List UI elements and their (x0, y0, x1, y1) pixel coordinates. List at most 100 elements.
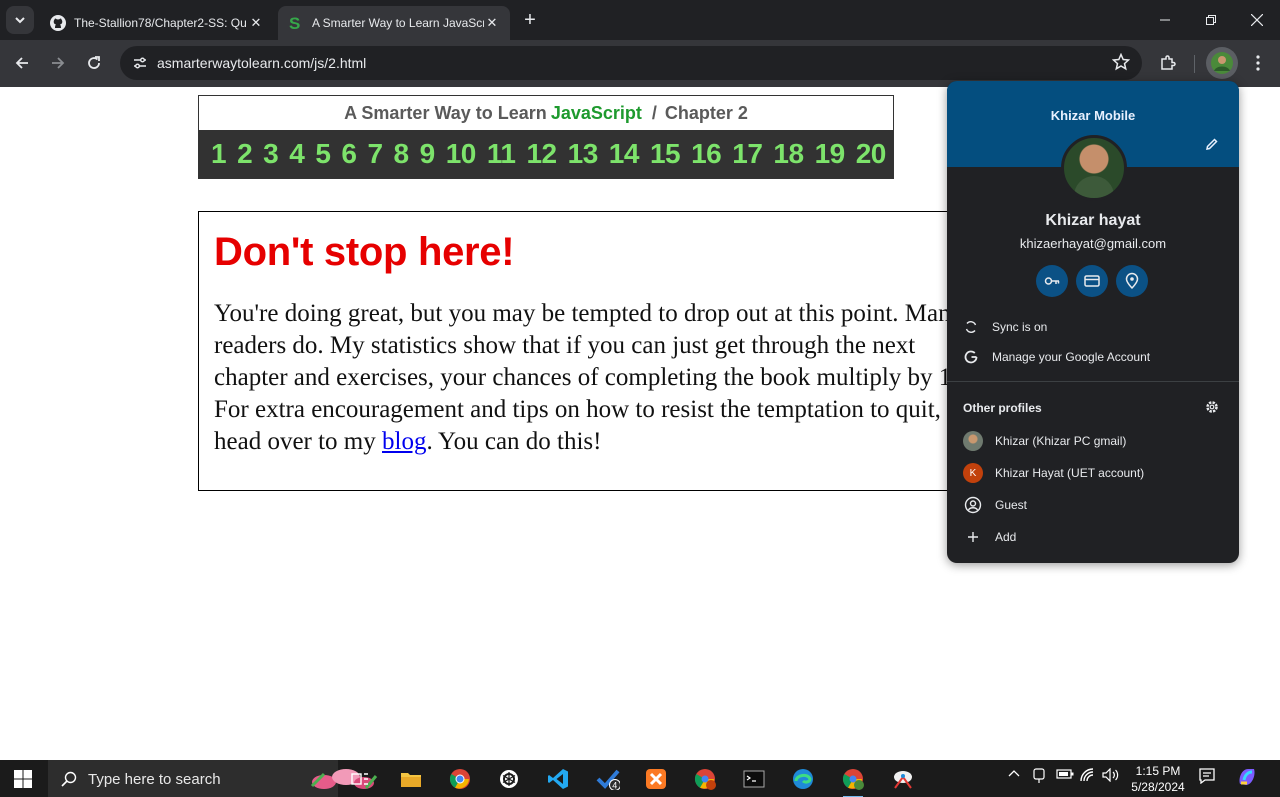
bookmark-star-icon[interactable] (1111, 52, 1131, 76)
page-heading: Don't stop here! (214, 230, 515, 274)
tab-asmarterway[interactable]: S A Smarter Way to Learn JavaScr ✕ (278, 6, 510, 40)
extensions-button[interactable] (1154, 49, 1182, 77)
chapter-link[interactable]: 8 (394, 138, 410, 170)
chatgpt-app-button[interactable] (495, 765, 523, 793)
addresses-button[interactable] (1116, 265, 1148, 297)
tab-title: The-Stallion78/Chapter2-SS: Qu (74, 16, 247, 30)
chapter-link[interactable]: 20 (856, 138, 887, 170)
title-prefix: A Smarter Way to Learn (344, 102, 547, 123)
chapter-label: Chapter 2 (664, 102, 748, 123)
chevron-up-icon (1008, 770, 1020, 777)
chapter-link[interactable]: 16 (691, 138, 722, 170)
chapter-link[interactable]: 19 (815, 138, 846, 170)
battery-icon[interactable] (1056, 768, 1074, 783)
guest-profile-item[interactable]: Guest (963, 495, 1027, 515)
todo-app-button[interactable]: 4 (594, 765, 622, 793)
other-profiles-heading: Other profiles (963, 401, 1042, 415)
guest-icon (963, 495, 983, 515)
reload-button[interactable] (80, 49, 108, 77)
chapter-link[interactable]: 7 (367, 138, 383, 170)
meet-now-icon[interactable] (1032, 768, 1046, 787)
guest-label: Guest (995, 498, 1028, 512)
notifications-icon[interactable] (1199, 768, 1215, 787)
system-clock[interactable]: 1:15 PM 5/28/2024 (1126, 763, 1190, 795)
tab-close-icon[interactable]: ✕ (484, 15, 500, 31)
vscode-app-button[interactable] (544, 765, 572, 793)
edge-icon (793, 769, 813, 789)
chapter-link[interactable]: 14 (609, 138, 640, 170)
chapter-link[interactable]: 15 (650, 138, 681, 170)
chapter-link[interactable]: 13 (568, 138, 599, 170)
quick-actions (1036, 265, 1148, 297)
manage-account-item[interactable]: Manage your Google Account (963, 349, 1150, 365)
encouragement-text: You're doing great, but you may be tempt… (214, 298, 974, 458)
chapter-link[interactable]: 10 (446, 138, 477, 170)
notification-badge: 4 (612, 781, 617, 791)
profile-name: Khizar hayat (1045, 212, 1141, 229)
profile-button[interactable] (1206, 47, 1238, 79)
add-profile-item[interactable]: Add (963, 527, 1016, 547)
puzzle-icon (1161, 55, 1176, 70)
chapter-link[interactable]: 9 (420, 138, 436, 170)
show-hidden-icons[interactable] (1008, 768, 1020, 783)
edge-app-button[interactable] (789, 765, 817, 793)
file-explorer-button[interactable] (397, 765, 425, 793)
payment-methods-button[interactable] (1076, 265, 1108, 297)
arrow-left-icon (15, 57, 28, 69)
chrome-profile-app-button[interactable] (691, 765, 719, 793)
passwords-button[interactable] (1036, 265, 1068, 297)
task-view-icon (351, 773, 368, 785)
copilot-icon[interactable] (1236, 766, 1258, 791)
avatar (963, 431, 983, 451)
sync-status[interactable]: Sync is on (963, 319, 1047, 335)
start-button[interactable] (14, 770, 32, 793)
snipping-app-button[interactable] (888, 765, 916, 793)
clock-date: 5/28/2024 (1131, 780, 1185, 794)
chrome-menu-button[interactable] (1244, 49, 1272, 77)
chapter-nav: 1 2 3 4 5 6 7 8 9 10 11 12 13 14 15 16 17 18 19 20 (199, 130, 893, 178)
profile-item-pc[interactable]: Khizar (Khizar PC gmail) (963, 431, 1126, 451)
profile-header-name: Khizar Mobile (1050, 108, 1136, 123)
chapter-link[interactable]: 11 (487, 138, 516, 170)
chapter-link[interactable]: 3 (263, 138, 279, 170)
wifi-icon[interactable] (1080, 768, 1096, 785)
chapter-link[interactable]: 1 (211, 138, 227, 170)
minimize-icon (1160, 19, 1170, 21)
taskbar-search[interactable]: Type here to search (48, 760, 378, 797)
restore-button[interactable] (1188, 0, 1234, 40)
profile-avatar (1061, 135, 1127, 201)
blog-link[interactable]: blog (382, 428, 426, 455)
chapter-link[interactable]: 17 (732, 138, 763, 170)
title-separator: / (651, 102, 657, 123)
minimize-button[interactable] (1142, 0, 1188, 40)
tab-close-icon[interactable]: ✕ (248, 15, 264, 31)
chapter-link[interactable]: 12 (526, 138, 557, 170)
forward-button[interactable] (44, 49, 72, 77)
close-window-button[interactable] (1234, 0, 1280, 40)
chrome-active-app-button[interactable] (839, 765, 867, 797)
back-button[interactable] (8, 49, 36, 77)
chevron-down-icon (15, 17, 25, 24)
arrow-right-icon (52, 57, 65, 69)
chapter-link[interactable]: 2 (237, 138, 253, 170)
site-info-icon[interactable] (128, 51, 152, 75)
sync-icon (963, 319, 979, 335)
chapter-link[interactable]: 5 (315, 138, 331, 170)
chapter-link[interactable]: 18 (773, 138, 804, 170)
terminal-app-button[interactable] (740, 765, 768, 793)
address-bar[interactable]: asmarterwaytolearn.com/js/2.html (120, 46, 1142, 80)
chrome-app-button[interactable] (446, 765, 474, 793)
tab-search-button[interactable] (6, 6, 34, 34)
task-view-button[interactable] (346, 765, 374, 793)
github-icon (50, 15, 66, 31)
gear-icon[interactable] (1205, 400, 1219, 419)
chapter-link[interactable]: 6 (341, 138, 357, 170)
edit-pencil-icon[interactable] (1205, 137, 1219, 156)
chapter-link[interactable]: 4 (289, 138, 305, 170)
snipping-tool-icon (894, 771, 912, 789)
new-tab-button[interactable]: + (518, 8, 542, 32)
volume-icon[interactable] (1102, 767, 1120, 785)
xampp-app-button[interactable] (642, 765, 670, 793)
profile-item-uet[interactable]: K Khizar Hayat (UET account) (963, 463, 1144, 483)
tab-github[interactable]: The-Stallion78/Chapter2-SS: Qu ✕ (40, 6, 274, 40)
